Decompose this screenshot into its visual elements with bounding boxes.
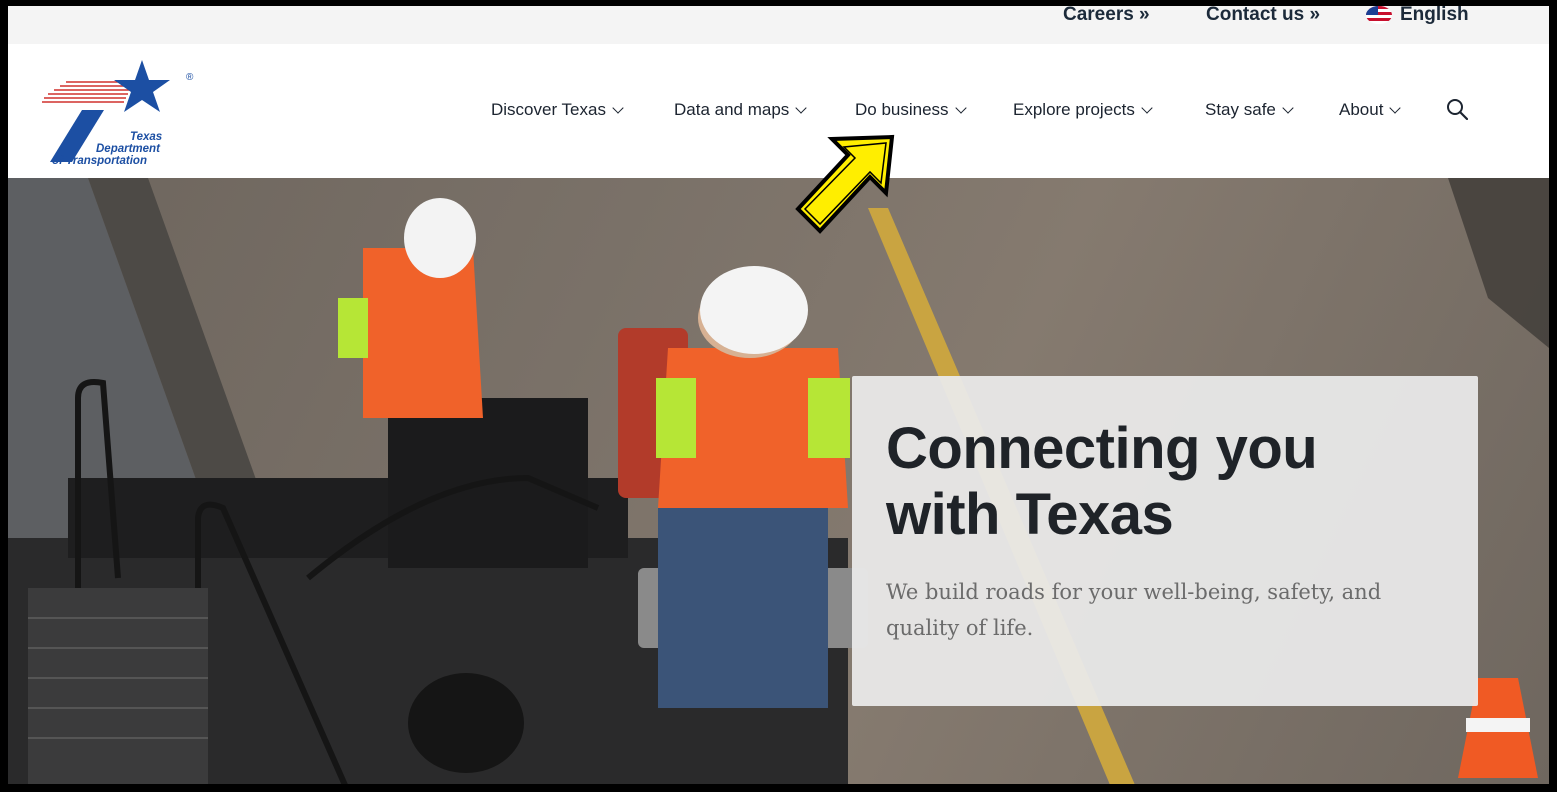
careers-link[interactable]: Careers » bbox=[1063, 6, 1150, 26]
hero-subtitle: We build roads for your well-being, safe… bbox=[886, 580, 1382, 640]
nav-item-explore-projects[interactable]: Explore projects bbox=[1013, 100, 1153, 120]
chevron-down-icon bbox=[795, 102, 807, 114]
language-selector[interactable]: English bbox=[1366, 4, 1469, 26]
chevron-down-icon bbox=[1389, 102, 1402, 114]
chevron-down-icon bbox=[1141, 102, 1153, 114]
nav-item-do-business[interactable]: Do business bbox=[855, 100, 967, 120]
us-flag-icon bbox=[1366, 6, 1392, 24]
search-icon bbox=[1447, 99, 1469, 121]
chevron-down-icon bbox=[954, 102, 967, 114]
logo-text-department: Department bbox=[96, 143, 161, 155]
nav-item-discover-texas[interactable]: Discover Texas bbox=[491, 100, 624, 120]
browser-viewport: Careers » Contact us » English ® Texas D… bbox=[0, 0, 1557, 792]
nav-item-label: Stay safe bbox=[1205, 100, 1276, 119]
logo-text-texas: Texas bbox=[130, 131, 162, 143]
chevron-down-icon bbox=[612, 102, 624, 114]
chevron-down-icon bbox=[1282, 102, 1294, 114]
search-button[interactable] bbox=[1446, 98, 1469, 121]
hero-banner: Connecting you with Texas We build roads… bbox=[8, 178, 1549, 784]
annotation-arrow bbox=[788, 131, 898, 246]
registered-mark: ® bbox=[186, 72, 194, 83]
nav-item-stay-safe[interactable]: Stay safe bbox=[1205, 100, 1294, 120]
nav-item-label: Do business bbox=[855, 100, 949, 119]
nav-item-label: About bbox=[1339, 100, 1384, 119]
nav-item-about[interactable]: About bbox=[1339, 100, 1402, 120]
nav-item-label: Explore projects bbox=[1013, 100, 1135, 119]
nav-item-label: Data and maps bbox=[674, 100, 790, 119]
language-label: English bbox=[1400, 4, 1469, 25]
utility-bar: Careers » Contact us » English bbox=[8, 6, 1549, 44]
logo-text-transportation: of Transportation bbox=[52, 155, 147, 166]
contact-us-link[interactable]: Contact us » bbox=[1206, 6, 1320, 26]
hero-card: Connecting you with Texas We build roads… bbox=[852, 376, 1478, 706]
txdot-logo-icon: ® Texas Department of Transportation bbox=[42, 60, 194, 167]
yellow-arrow-icon bbox=[795, 134, 895, 234]
hero-title: Connecting you with Texas bbox=[886, 416, 1318, 547]
nav-item-data-and-maps[interactable]: Data and maps bbox=[674, 100, 807, 120]
nav-item-label: Discover Texas bbox=[491, 100, 606, 119]
txdot-logo[interactable]: ® Texas Department of Transportation bbox=[38, 56, 198, 167]
site-header: ® Texas Department of Transportation Dis… bbox=[8, 44, 1549, 178]
